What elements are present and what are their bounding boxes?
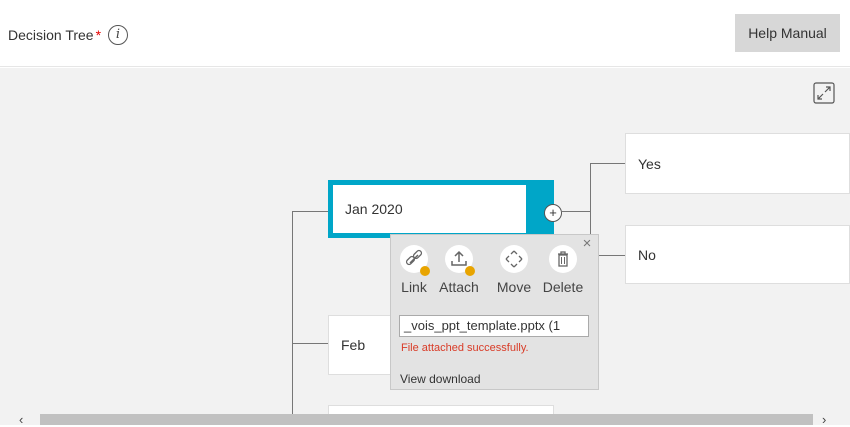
connector-line [292, 211, 328, 212]
action-label: Link [401, 279, 427, 295]
required-marker: * [95, 27, 102, 43]
page-title: Decision Tree * [8, 27, 101, 43]
trash-icon [549, 245, 577, 273]
badge-dot [465, 266, 475, 276]
badge-dot [420, 266, 430, 276]
node-action-popup: × Link Attach Move Delete _vois_ppt_temp… [390, 234, 599, 390]
add-child-button[interactable]: + [544, 204, 562, 222]
attach-status-message: File attached successfully. [401, 342, 529, 354]
move-action[interactable]: Move [492, 245, 536, 295]
view-download-link[interactable]: View download [400, 372, 481, 386]
scrollbar-thumb[interactable] [40, 414, 813, 425]
tree-node-selected[interactable]: Jan 2020 [328, 180, 554, 238]
header-bar: Decision Tree * i Help Manual [0, 0, 850, 67]
info-icon[interactable]: i [108, 25, 128, 45]
node-label: Jan 2020 [345, 201, 403, 217]
node-label: Yes [638, 155, 661, 172]
tree-node-feb[interactable]: Feb [328, 315, 398, 375]
connector-line [590, 163, 625, 164]
connector-line [292, 343, 328, 344]
attach-action[interactable]: Attach [435, 245, 483, 295]
node-label: No [638, 246, 656, 263]
help-manual-button[interactable]: Help Manual [735, 14, 840, 52]
node-label: Feb [341, 337, 366, 353]
upload-icon [445, 245, 475, 276]
connector-line [562, 211, 590, 212]
attached-file-field[interactable]: _vois_ppt_template.pptx (1 [399, 315, 589, 337]
link-action[interactable]: Link [397, 245, 431, 295]
move-icon [500, 245, 528, 273]
action-label: Attach [439, 279, 479, 295]
action-label: Delete [542, 279, 584, 295]
action-label: Move [496, 279, 532, 295]
tree-node-no[interactable]: No [625, 225, 850, 284]
title-text: Decision Tree [8, 27, 94, 43]
connector-line [292, 211, 293, 414]
delete-action[interactable]: Delete [539, 245, 587, 295]
selected-node-body: Jan 2020 [333, 185, 526, 233]
tree-node-yes[interactable]: Yes [625, 133, 850, 194]
link-icon [400, 245, 430, 276]
expand-icon[interactable] [813, 82, 835, 104]
